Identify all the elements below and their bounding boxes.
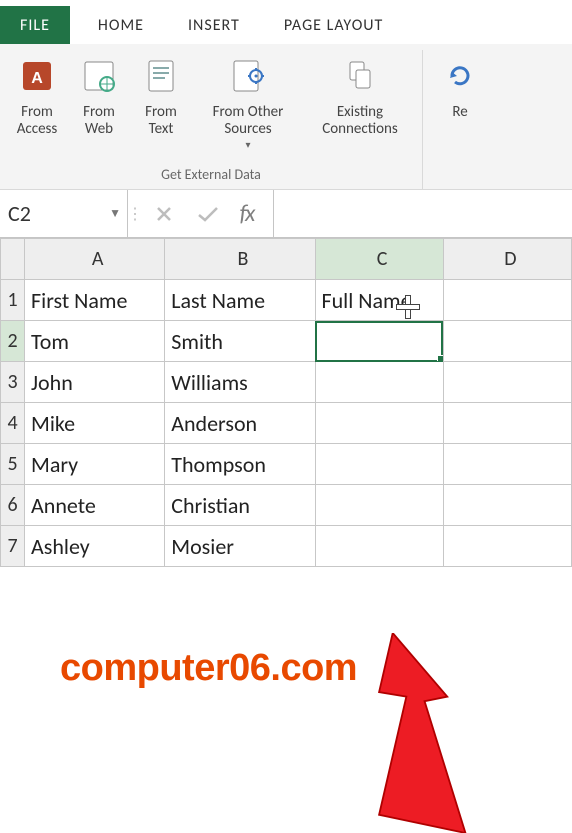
refresh-button-partial[interactable]: Re (429, 50, 491, 121)
name-box[interactable]: C2 ▼ (0, 190, 128, 237)
cell[interactable]: Tom (25, 321, 165, 362)
watermark-text: computer06.com (60, 647, 357, 690)
cell[interactable]: Thompson (165, 444, 315, 485)
formula-input[interactable] (274, 190, 572, 237)
from-web-button[interactable]: From Web (68, 50, 130, 137)
cell[interactable]: Mike (25, 403, 165, 444)
text-file-icon (139, 54, 183, 98)
cell[interactable] (443, 403, 571, 444)
cell[interactable] (315, 444, 443, 485)
cell[interactable]: Williams (165, 362, 315, 403)
table-row: 4 Mike Anderson (1, 403, 572, 444)
ribbon-tabs: FILE HOME INSERT PAGE LAYOUT (0, 6, 572, 44)
web-icon (77, 54, 121, 98)
cell[interactable] (443, 280, 571, 321)
enter-formula-button (186, 190, 230, 237)
row-header[interactable]: 5 (1, 444, 25, 485)
access-icon: A (15, 54, 59, 98)
existing-conn-label: Existing Connections (306, 104, 414, 137)
cell-selected[interactable] (315, 321, 443, 362)
existing-connections-button[interactable]: Existing Connections (304, 50, 416, 137)
cell[interactable]: Smith (165, 321, 315, 362)
cell[interactable] (443, 321, 571, 362)
cell[interactable] (443, 485, 571, 526)
ribbon: A From Access From Web (0, 44, 572, 190)
cell[interactable]: Annete (25, 485, 165, 526)
worksheet[interactable]: A B C D 1 First Name Last Name Full Name… (0, 238, 572, 567)
fx-label: fx (240, 199, 254, 228)
insert-function-button[interactable]: fx (230, 190, 274, 237)
cell[interactable] (315, 485, 443, 526)
row-header[interactable]: 1 (1, 280, 25, 321)
row-header[interactable]: 7 (1, 526, 25, 567)
cell[interactable]: First Name (25, 280, 165, 321)
table-row: 6 Annete Christian (1, 485, 572, 526)
col-header-b[interactable]: B (165, 239, 315, 280)
x-icon (154, 204, 174, 224)
row-header[interactable]: 2 (1, 321, 25, 362)
table-row: 7 Ashley Mosier (1, 526, 572, 567)
row-header[interactable]: 4 (1, 403, 25, 444)
cell[interactable] (315, 362, 443, 403)
cancel-formula-button (142, 190, 186, 237)
group-partial: Re (423, 50, 493, 121)
cell[interactable]: Mosier (165, 526, 315, 567)
table-row: 1 First Name Last Name Full Name (1, 280, 572, 321)
tab-page-layout[interactable]: PAGE LAYOUT (262, 6, 406, 44)
cell[interactable] (315, 403, 443, 444)
col-header-c[interactable]: C (315, 239, 443, 280)
cell[interactable]: Mary (25, 444, 165, 485)
table-row: 5 Mary Thompson (1, 444, 572, 485)
cell[interactable]: John (25, 362, 165, 403)
tab-file[interactable]: FILE (0, 6, 70, 44)
col-header-d[interactable]: D (443, 239, 571, 280)
col-header-a[interactable]: A (25, 239, 165, 280)
chevron-down-icon: ▼ (109, 206, 121, 221)
cell[interactable] (315, 526, 443, 567)
cell[interactable] (443, 362, 571, 403)
cell[interactable]: Full Name (315, 280, 443, 321)
tab-home[interactable]: HOME (76, 6, 166, 44)
from-access-label: From Access (8, 104, 66, 137)
cell[interactable]: Christian (165, 485, 315, 526)
cell[interactable] (443, 444, 571, 485)
refresh-icon (438, 54, 482, 98)
tab-insert[interactable]: INSERT (166, 6, 262, 44)
table-row: 2 Tom Smith (1, 321, 572, 362)
check-icon (196, 204, 220, 224)
cell[interactable] (443, 526, 571, 567)
formula-bar: C2 ▼ ⋮ fx (0, 190, 572, 238)
connections-icon (338, 54, 382, 98)
group-label: Get External Data (161, 166, 261, 189)
row-header[interactable]: 6 (1, 485, 25, 526)
from-web-label: From Web (70, 104, 128, 137)
other-sources-icon (226, 54, 270, 98)
select-all-corner[interactable] (1, 239, 25, 280)
from-text-button[interactable]: From Text (130, 50, 192, 137)
svg-text:A: A (31, 70, 43, 87)
from-access-button[interactable]: A From Access (6, 50, 68, 137)
separator-icon: ⋮ (128, 190, 142, 237)
table-row: 3 John Williams (1, 362, 572, 403)
row-header[interactable]: 3 (1, 362, 25, 403)
cell[interactable]: Anderson (165, 403, 315, 444)
name-box-value: C2 (8, 200, 31, 227)
from-text-label: From Text (132, 104, 190, 137)
cell[interactable]: Ashley (25, 526, 165, 567)
dropdown-caret-icon: ▾ (245, 139, 250, 150)
refresh-label: Re (452, 104, 467, 121)
from-other-label: From Other Sources (194, 104, 302, 137)
from-other-sources-button[interactable]: From Other Sources ▾ (192, 50, 304, 150)
cell[interactable]: Last Name (165, 280, 315, 321)
group-get-external-data: A From Access From Web (0, 50, 423, 189)
